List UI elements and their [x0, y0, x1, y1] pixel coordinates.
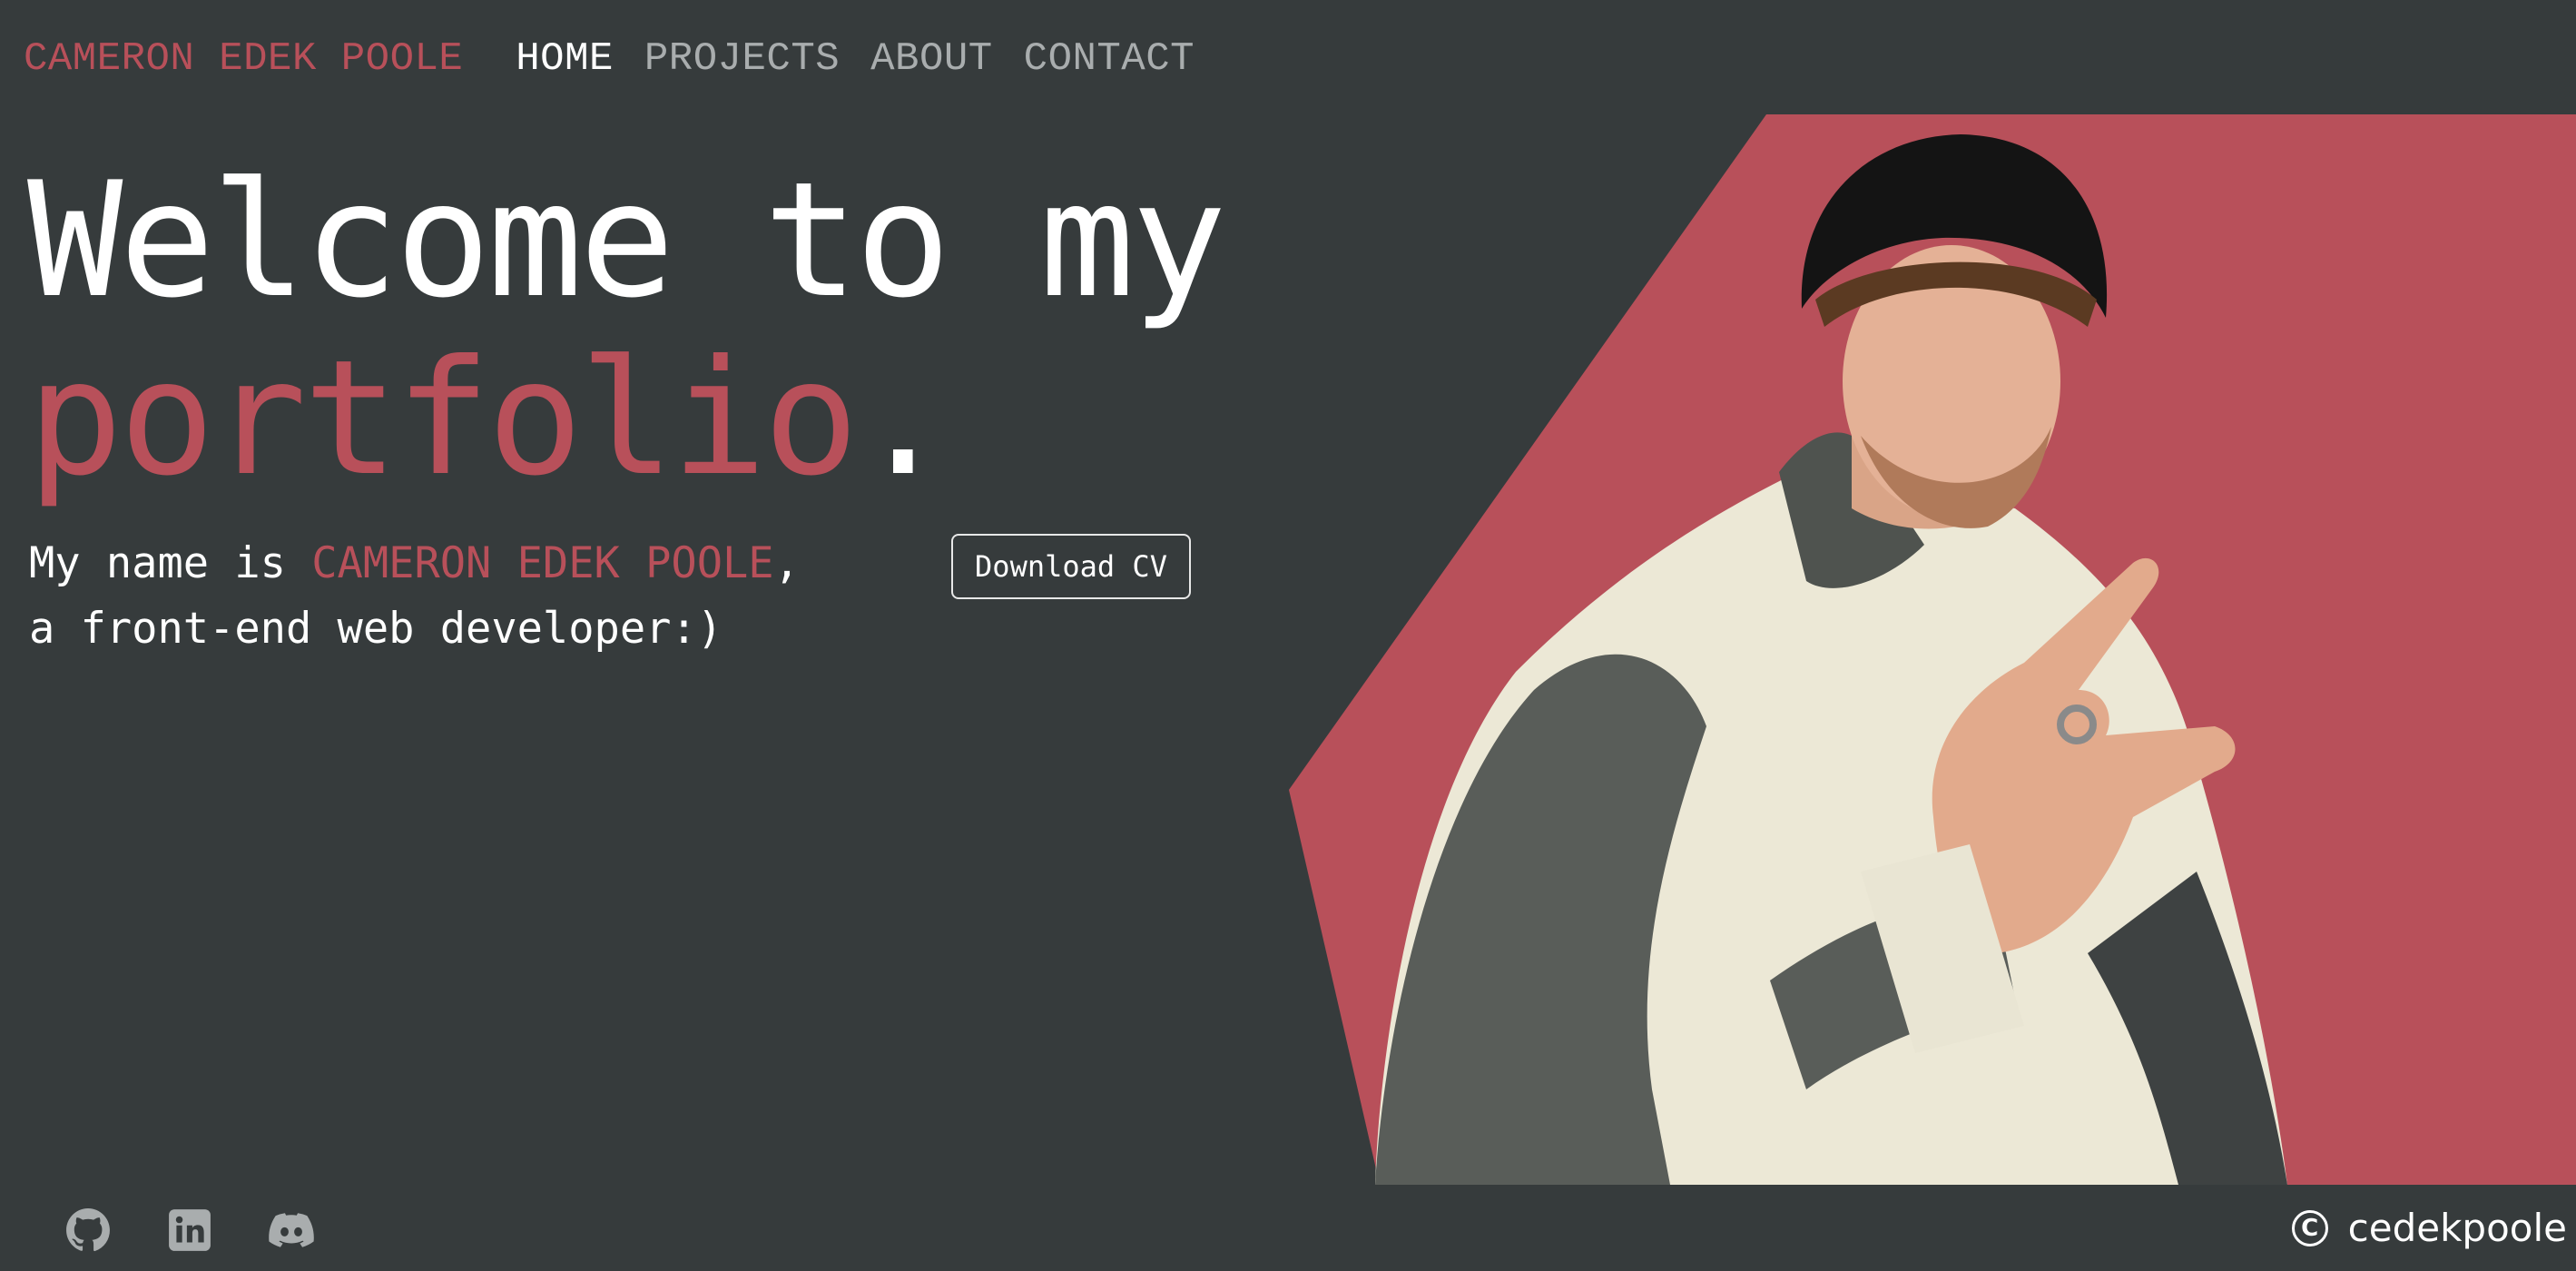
discord-link[interactable] [269, 1207, 314, 1253]
portfolio-page: CAMERON EDEK POOLE HOME PROJECTS ABOUT C… [0, 0, 2576, 1271]
hero-headline: Welcome to my portfolio. [27, 153, 1227, 511]
nav-link-home[interactable]: HOME [516, 36, 614, 82]
nav-link-contact[interactable]: CONTACT [1024, 36, 1195, 82]
github-icon [66, 1208, 110, 1252]
linkedin-icon [169, 1209, 211, 1251]
copyright-icon: C [2291, 1209, 2328, 1246]
headline-accent-word: portfolio [27, 327, 859, 511]
social-links [65, 1207, 314, 1253]
headline-line1: Welcome to my [27, 149, 1227, 333]
hero-intro: My name is CAMERON EDEK POOLE, a front-en… [29, 531, 800, 662]
nav-link-about[interactable]: ABOUT [870, 36, 993, 82]
accent-shape [1289, 114, 2576, 1185]
linkedin-link[interactable] [167, 1207, 212, 1253]
github-link[interactable] [65, 1207, 111, 1253]
top-navbar: CAMERON EDEK POOLE HOME PROJECTS ABOUT C… [24, 27, 1195, 91]
discord-icon [269, 1213, 314, 1247]
intro-line2: a front-end web developer:) [29, 604, 723, 654]
intro-prefix: My name is [29, 538, 312, 588]
copyright: C cedekpoole [2291, 1206, 2567, 1250]
brand-name[interactable]: CAMERON EDEK POOLE [24, 36, 463, 82]
headline-period: . [855, 327, 950, 511]
download-cv-button[interactable]: Download CV [951, 534, 1191, 599]
intro-name: CAMERON EDEK POOLE [311, 538, 774, 588]
nav-links: HOME PROJECTS ABOUT CONTACT [516, 36, 1195, 82]
portrait-photo [1375, 134, 2287, 1185]
intro-suffix: , [773, 538, 800, 588]
nav-link-projects[interactable]: PROJECTS [644, 36, 840, 82]
copyright-text: cedekpoole [2347, 1206, 2567, 1250]
